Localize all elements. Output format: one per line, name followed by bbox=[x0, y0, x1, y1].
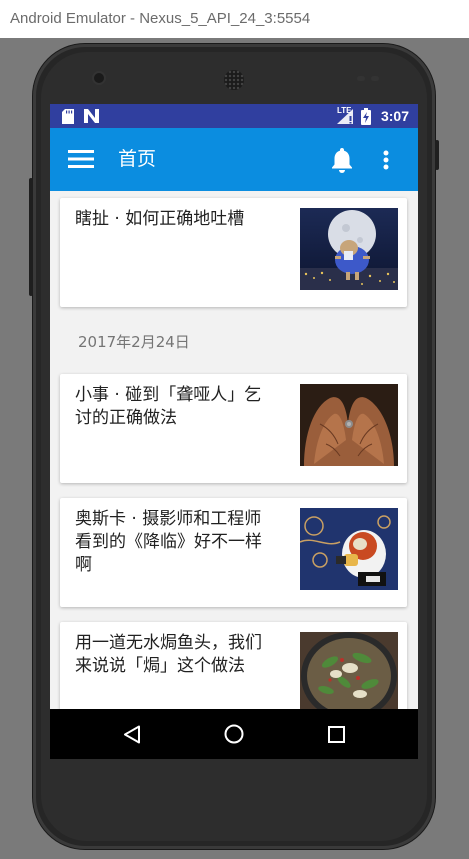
page-title: 首页 bbox=[118, 148, 157, 170]
menu-icon[interactable] bbox=[68, 149, 94, 169]
phone-power-button[interactable] bbox=[29, 178, 33, 296]
status-clock: 3:07 bbox=[380, 108, 409, 124]
android-n-icon bbox=[84, 109, 99, 123]
story-feed[interactable]: 瞎扯 · 如何正确地吐槽 2017年2月24日 小事 · 碰到「聋哑人」乞讨的正… bbox=[50, 191, 418, 709]
earpiece-speaker bbox=[224, 70, 244, 90]
story-thumbnail-astronaut bbox=[300, 508, 398, 590]
proximity-sensor bbox=[357, 76, 365, 81]
app-toolbar: 首页 bbox=[50, 128, 418, 191]
battery-charging-icon bbox=[361, 108, 371, 125]
back-triangle-icon bbox=[124, 725, 140, 744]
bell-icon[interactable] bbox=[331, 147, 353, 173]
story-title: 奥斯卡 · 摄影师和工程师看到的《降临》好不一样啊 bbox=[75, 509, 262, 575]
story-title: 瞎扯 · 如何正确地吐槽 bbox=[75, 209, 245, 229]
home-circle-icon bbox=[224, 724, 244, 744]
recents-square-icon bbox=[328, 726, 345, 743]
story-card[interactable]: 小事 · 碰到「聋哑人」乞讨的正确做法 bbox=[60, 374, 407, 483]
signal-icon bbox=[337, 109, 353, 124]
device-screen: LTE 3:07 首页 瞎扯 · 如何正确地吐槽 2017年2月24日 小事 ·… bbox=[50, 104, 418, 759]
front-camera bbox=[94, 73, 104, 83]
more-vert-icon[interactable] bbox=[383, 150, 389, 170]
story-card[interactable]: 奥斯卡 · 摄影师和工程师看到的《降临》好不一样啊 bbox=[60, 498, 407, 607]
story-thumbnail-hands bbox=[300, 384, 398, 466]
date-section-header: 2017年2月24日 bbox=[78, 333, 190, 351]
sd-card-icon bbox=[62, 109, 74, 124]
story-title: 用一道无水焗鱼头，我们来说说「焗」这个做法 bbox=[75, 633, 262, 676]
story-card[interactable]: 用一道无水焗鱼头，我们来说说「焗」这个做法 bbox=[60, 622, 407, 709]
light-sensor bbox=[371, 76, 379, 81]
status-bar: LTE 3:07 bbox=[50, 104, 418, 128]
back-button[interactable] bbox=[107, 709, 157, 759]
emulator-window-title: Android Emulator - Nexus_5_API_24_3:5554 bbox=[0, 0, 469, 38]
home-button[interactable] bbox=[209, 709, 259, 759]
story-thumbnail-cartoon-moon bbox=[300, 208, 398, 290]
story-card[interactable]: 瞎扯 · 如何正确地吐槽 bbox=[60, 198, 407, 307]
system-navigation-bar bbox=[50, 709, 418, 759]
phone-volume-button[interactable] bbox=[435, 140, 439, 170]
recents-button[interactable] bbox=[311, 709, 361, 759]
story-thumbnail-fish-head-dish bbox=[300, 632, 398, 709]
story-title: 小事 · 碰到「聋哑人」乞讨的正确做法 bbox=[75, 385, 262, 428]
